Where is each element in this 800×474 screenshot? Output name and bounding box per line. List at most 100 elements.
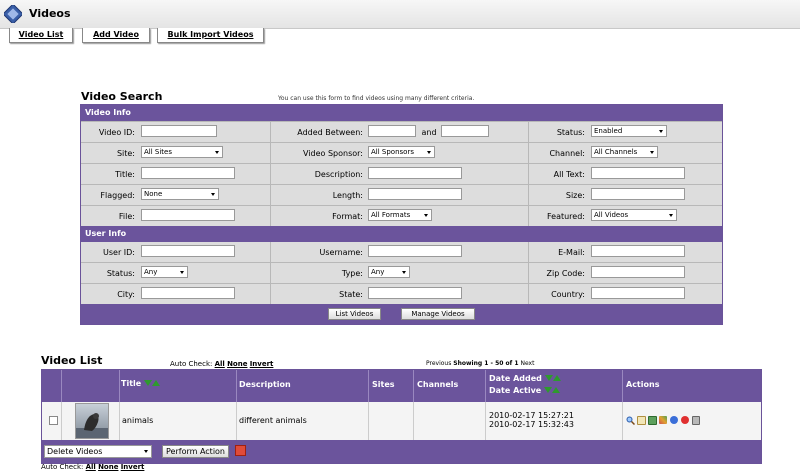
edit-icon[interactable]: [637, 416, 646, 425]
size-input[interactable]: [591, 188, 685, 200]
tag-icon[interactable]: [659, 416, 667, 424]
checkbox-column-header: [42, 370, 62, 402]
state-label: State:: [339, 290, 363, 299]
status-select-value: Enabled: [594, 127, 623, 135]
chevron-down-icon: [180, 271, 184, 274]
tab-video-list[interactable]: Video List: [9, 28, 73, 43]
channel-label: Channel:: [549, 149, 585, 158]
user-info-band: User Info: [81, 226, 722, 242]
type-select[interactable]: Any: [368, 266, 410, 278]
chevron-down-icon: [144, 450, 148, 453]
bulk-action-bar: Delete Videos Perform Action: [42, 440, 761, 462]
username-input[interactable]: [368, 245, 462, 257]
zip-code-label: Zip Code:: [546, 269, 586, 278]
featured-select[interactable]: All Videos: [591, 209, 677, 221]
city-input[interactable]: [141, 287, 235, 299]
video-sponsor-select-value: All Sponsors: [371, 148, 414, 156]
row-date-active: 2010-02-17 15:32:43: [489, 420, 574, 429]
list-videos-button[interactable]: List Videos: [328, 308, 381, 320]
username-label: Username:: [319, 248, 363, 257]
auto-check-all-link[interactable]: All: [215, 360, 225, 368]
sort-arrows-icon[interactable]: [544, 374, 561, 383]
auto-check-label: Auto Check:: [41, 463, 84, 471]
tab-add-video[interactable]: Add Video: [82, 28, 150, 43]
page-title: Videos: [29, 7, 71, 20]
delete-icon[interactable]: [692, 416, 700, 425]
user-status-select-value: Any: [144, 268, 158, 276]
disable-icon[interactable]: [681, 416, 689, 424]
site-label: Site:: [116, 149, 135, 158]
status-select[interactable]: Enabled: [591, 125, 667, 137]
bulk-action-select[interactable]: Delete Videos: [44, 445, 152, 458]
sort-arrows-icon[interactable]: [144, 379, 160, 388]
size-label: Size:: [565, 191, 585, 200]
chevron-down-icon: [215, 151, 219, 154]
search-row: User ID: Username: E-Mail:: [81, 242, 722, 262]
title-column-header[interactable]: Title: [120, 370, 237, 402]
length-input[interactable]: [368, 188, 462, 200]
manage-videos-button[interactable]: Manage Videos: [401, 308, 475, 320]
search-row: Video ID: Added Between: and Status: Ena…: [81, 121, 722, 142]
added-to-input[interactable]: [441, 125, 489, 137]
channels-column-header: Channels: [414, 370, 486, 402]
status-label: Status:: [556, 128, 585, 137]
chevron-down-icon: [402, 271, 406, 274]
row-title[interactable]: animals: [120, 402, 237, 440]
play-icon[interactable]: [670, 416, 678, 424]
all-text-input[interactable]: [591, 167, 685, 179]
format-select[interactable]: All Formats: [368, 209, 432, 221]
view-icon[interactable]: [626, 416, 636, 426]
thumbnail-column-header: [62, 370, 120, 402]
pager-next[interactable]: Next: [520, 360, 534, 367]
pager-previous[interactable]: Previous: [426, 360, 451, 367]
channel-select[interactable]: All Channels: [591, 146, 658, 158]
user-status-select[interactable]: Any: [141, 266, 188, 278]
stats-icon[interactable]: [648, 416, 657, 425]
auto-check-none-link[interactable]: None: [227, 360, 247, 368]
type-label: Type:: [341, 269, 363, 278]
description-input[interactable]: [368, 167, 462, 179]
tab-bulk-import[interactable]: Bulk Import Videos: [157, 28, 264, 43]
format-select-value: All Formats: [371, 211, 411, 219]
title-input[interactable]: [141, 167, 235, 179]
auto-check-label: Auto Check:: [170, 360, 213, 368]
auto-check-invert-link[interactable]: Invert: [250, 360, 274, 368]
chevron-down-icon: [669, 214, 673, 217]
user-id-input[interactable]: [141, 245, 235, 257]
chevron-down-icon: [424, 214, 428, 217]
chevron-down-icon: [211, 193, 215, 196]
perform-action-button[interactable]: Perform Action: [162, 445, 229, 458]
flagged-select[interactable]: None: [141, 188, 219, 200]
row-description: different animals: [237, 402, 369, 440]
videos-logo-icon: [4, 5, 22, 23]
auto-check-top: Auto Check: All None Invert: [170, 360, 273, 368]
date-added-header: Date Added: [489, 374, 622, 383]
auto-check-none-link[interactable]: None: [98, 463, 118, 471]
video-search-form: Video Info Video ID: Added Between: and …: [80, 104, 723, 325]
email-input[interactable]: [591, 245, 685, 257]
search-row: City: State: Country:: [81, 283, 722, 304]
country-input[interactable]: [591, 287, 685, 299]
site-select[interactable]: All Sites: [141, 146, 223, 158]
sort-arrows-icon[interactable]: [544, 386, 561, 395]
video-id-input[interactable]: [141, 125, 217, 137]
zip-code-input[interactable]: [591, 266, 685, 278]
date-active-label: Date Active: [489, 386, 542, 395]
added-from-input[interactable]: [368, 125, 416, 137]
file-input[interactable]: [141, 209, 235, 221]
auto-check-invert-link[interactable]: Invert: [121, 463, 145, 471]
chevron-down-icon: [650, 151, 654, 154]
video-thumbnail[interactable]: [75, 403, 109, 439]
date-column-header[interactable]: Date Added Date Active: [486, 370, 623, 402]
format-label: Format:: [332, 212, 363, 221]
state-input[interactable]: [368, 287, 462, 299]
help-icon[interactable]: [235, 445, 246, 456]
featured-label: Featured:: [546, 212, 585, 221]
row-checkbox[interactable]: [49, 416, 58, 425]
auto-check-all-link[interactable]: All: [86, 463, 96, 471]
description-column-header: Description: [237, 370, 369, 402]
video-sponsor-select[interactable]: All Sponsors: [368, 146, 435, 158]
search-row: Status: Any Type: Any Zip Code:: [81, 262, 722, 283]
title-header-label: Title: [121, 379, 142, 388]
date-active-header: Date Active: [489, 386, 622, 395]
